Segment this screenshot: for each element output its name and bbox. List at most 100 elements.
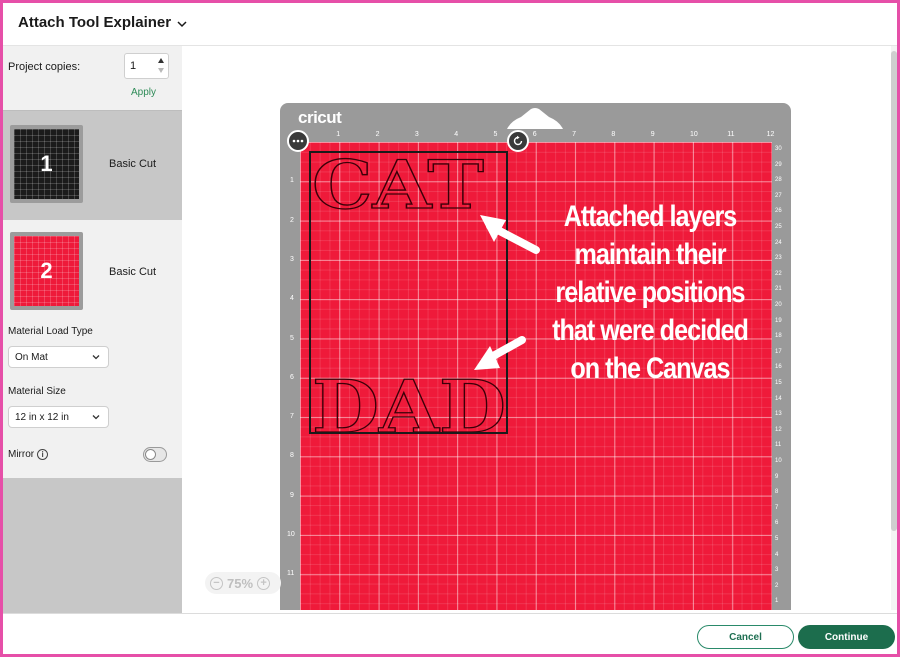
ruler-right-number: 2 [775,582,779,589]
mat-sidebar: Project copies: 1 Apply 1 Basic Cut 2 Ba… [3,46,182,656]
ruler-left-number: 7 [290,413,294,421]
ruler-top-number: 5 [493,131,498,138]
mat-grid [14,129,79,199]
ruler-right-number: 22 [775,270,782,277]
ruler-left-number: 3 [290,255,294,263]
ruler-right-number: 13 [775,411,782,418]
ruler-right-number: 26 [775,208,782,215]
annotation-line: that were decided [552,314,749,347]
decrement-icon[interactable] [158,68,164,73]
scrollbar-thumb[interactable] [891,51,897,531]
ruler-right-number: 21 [775,286,782,293]
ruler-right-number: 30 [775,146,782,152]
material-size-select[interactable]: 12 in x 12 in [8,406,109,428]
ruler-left-number: 10 [287,531,295,538]
zoom-in-icon[interactable]: + [257,576,271,590]
annotation-line: maintain their [574,238,726,271]
ruler-right-number: 29 [775,161,782,168]
cricut-logo: cricut [298,108,342,127]
ruler-left-number: 11 [287,570,295,578]
annotation-text: Attached layers maintain their relative … [541,198,759,388]
ruler-right-number: 11 [775,442,782,449]
chevron-down-icon [92,355,100,360]
annotation-arrows [474,215,540,370]
mat-tab-notch [507,108,563,129]
continue-button[interactable]: Continue [798,625,895,649]
ruler-right-number: 10 [775,458,782,464]
ruler-right-number: 20 [775,302,782,308]
ruler-right-number: 24 [775,239,782,246]
ruler-right-number: 16 [775,364,782,371]
ruler-right-number: 7 [775,504,779,511]
ruler-left-number: 9 [290,491,294,499]
mat-grid [14,236,79,306]
ruler-right-number: 12 [775,426,782,433]
project-copies-input[interactable]: 1 [124,53,169,79]
ruler-top-number: 12 [766,131,775,138]
toggle-knob [145,449,156,460]
project-copies-value: 1 [130,60,137,72]
chevron-down-icon[interactable] [175,17,189,31]
vertical-scrollbar[interactable] [891,46,897,610]
ruler-right-number: 28 [775,177,782,184]
cancel-button[interactable]: Cancel [697,625,794,649]
material-load-type-value: On Mat [15,352,48,363]
zoom-control: − 75% + [205,572,281,594]
ruler-left-number: 2 [290,216,294,224]
ruler-right-number: 15 [775,380,782,386]
more-options-icon[interactable] [287,130,309,152]
mat-item-2[interactable]: 2 Basic Cut Material Load Type On Mat Ma… [3,220,182,478]
mat-item-1[interactable]: 1 Basic Cut [3,112,182,222]
zoom-out-icon[interactable]: − [210,576,223,590]
material-size-label: Material Size [8,386,66,397]
ruler-top-number: 4 [454,131,459,138]
rotate-icon[interactable] [507,130,529,152]
increment-icon[interactable] [158,58,164,63]
ruler-right-number: 4 [775,551,779,558]
ruler-right-number: 23 [775,255,782,262]
ruler-right-number: 27 [775,192,782,199]
project-title[interactable]: Attach Tool Explainer [18,14,171,31]
ruler-left-number: 6 [290,373,294,381]
project-copies-label: Project copies: [8,61,81,73]
ruler-left-number: 8 [290,452,294,460]
zoom-level: 75% [227,575,254,591]
mat-thumbnail-2[interactable]: 2 [10,232,83,310]
ruler-top-number: 3 [414,131,419,138]
ruler-left-number: 1 [290,177,294,185]
ruler-right-number: 25 [775,224,782,230]
ruler-right-number: 18 [775,333,782,340]
ruler-right-number: 1 [775,598,779,605]
ruler-left-number: 4 [290,295,294,303]
chevron-down-icon [92,415,100,420]
info-icon[interactable]: i [37,449,49,460]
mirror-toggle[interactable] [143,447,167,462]
ruler-right-number: 9 [775,473,779,480]
footer-bar: Cancel Continue [3,613,897,654]
annotation-line: on the Canvas [570,352,730,385]
ruler-top-number: 2 [375,131,380,138]
ruler-right-number: 19 [775,317,782,324]
mat-name: Basic Cut [109,266,157,278]
project-copies-panel: Project copies: 1 Apply [3,46,182,111]
mirror-label: Mirror i [8,449,49,460]
annotation-line: Attached layers [563,200,738,233]
header-bar: Attach Tool Explainer [0,0,900,46]
ruler-top-number: 8 [611,131,616,138]
ruler-right-number: 8 [775,489,779,496]
ruler-right-number: 3 [775,567,779,574]
mirror-label-text: Mirror [8,449,35,460]
material-size-value: 12 in x 12 in [15,412,69,423]
ruler-right-number: 6 [775,520,779,527]
ruler-top-number: 10 [690,131,698,138]
arrow-icon [474,336,526,370]
apply-button[interactable]: Apply [131,87,156,98]
mat-thumbnail-1[interactable]: 1 [10,125,83,203]
ruler-right-number: 5 [775,536,779,542]
material-load-type-label: Material Load Type [8,326,93,337]
ruler-top-number: 9 [650,131,655,138]
ruler-top-number: 6 [532,131,537,138]
mat-name: Basic Cut [109,158,157,170]
material-load-type-select[interactable]: On Mat [8,346,109,368]
ruler-left-number: 5 [290,334,294,342]
